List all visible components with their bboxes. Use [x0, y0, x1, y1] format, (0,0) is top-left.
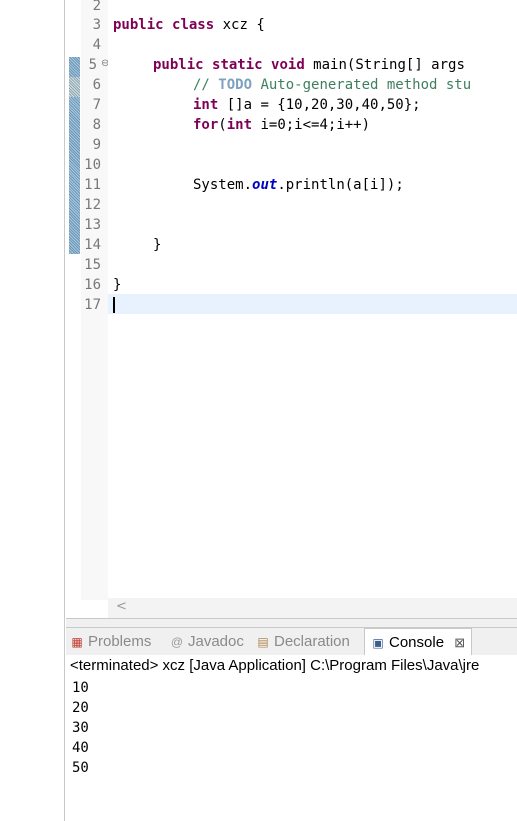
keyword: static [212, 57, 263, 73]
change-marker [69, 97, 80, 254]
code-text: main(String[] args [304, 57, 465, 73]
tab-label: Declaration [274, 633, 350, 650]
todo-tag: TODO [218, 77, 253, 93]
quick-diff-marker [69, 77, 80, 97]
line-number: 11 [84, 177, 101, 193]
closing-brace: } [113, 277, 122, 293]
code-line: // TODO Auto-generated method stu [108, 75, 517, 95]
tab-javadoc[interactable]: @ Javadoc [170, 631, 244, 653]
keyword: int [193, 97, 219, 113]
declaration-icon: ▤ [257, 635, 269, 649]
line-number: 4 [92, 37, 101, 53]
code-text: i=0;i<=4;i++) [252, 117, 371, 133]
tab-label: Console [389, 634, 445, 651]
keyword: public [113, 17, 164, 33]
output-line: 40 [72, 740, 89, 756]
static-field: out [252, 177, 278, 193]
closing-brace: } [153, 237, 162, 253]
code-text: System. [193, 177, 253, 193]
tab-declaration[interactable]: ▤ Declaration [256, 631, 350, 653]
console-icon: ▣ [372, 636, 384, 650]
sash[interactable] [66, 619, 517, 627]
line-number: 10 [84, 157, 101, 173]
code-line: } [108, 275, 517, 295]
code-line: int []a = {10,20,30,40,50}; [108, 95, 517, 115]
line-number: 9 [92, 137, 101, 153]
tab-label: Javadoc [188, 633, 244, 650]
line-number: 5 [88, 57, 97, 73]
line-number: 14 [84, 237, 101, 253]
problems-icon: ▦ [71, 635, 83, 649]
code-line: public class xcz { [108, 15, 517, 35]
line-number: 16 [84, 277, 101, 293]
close-icon[interactable]: ⊠ [454, 635, 465, 650]
output-line: 20 [72, 700, 89, 716]
terminated-status: <terminated> xcz [Java Application] C:\P… [70, 657, 480, 674]
line-number: 3 [92, 17, 101, 33]
code-line: for(int i=0;i<=4;i++) [108, 115, 517, 135]
tab-console[interactable]: ▣ Console ⊠ [364, 628, 473, 657]
code-text: xcz { [214, 17, 265, 33]
line-number: 8 [92, 117, 101, 133]
keyword: void [271, 57, 305, 73]
code-line: } [108, 235, 517, 255]
code-line: public static void main(String[] args [108, 55, 517, 75]
line-number: 15 [84, 257, 101, 273]
code-text: .println(a[i]); [277, 177, 404, 193]
line-number: 13 [84, 217, 101, 233]
keyword: class [172, 17, 215, 33]
comment: // [193, 77, 219, 93]
keyword: public [153, 57, 204, 73]
console-output[interactable]: <terminated> xcz [Java Application] C:\P… [66, 655, 517, 821]
output-line: 50 [72, 760, 89, 776]
code-line: System.out.println(a[i]); [108, 175, 517, 195]
output-line: 30 [72, 720, 89, 736]
keyword: int [226, 117, 253, 133]
javadoc-icon: @ [170, 635, 184, 649]
line-number: 7 [92, 97, 101, 113]
code-text-area[interactable]: public class xcz { public static void ma… [108, 0, 517, 600]
code-text: ( [218, 117, 227, 133]
line-number: 12 [84, 197, 101, 213]
window-border [64, 0, 65, 821]
current-line-highlight [108, 294, 517, 314]
code-text: []a = {10,20,30,40,50}; [218, 97, 421, 113]
tab-label: Problems [88, 633, 152, 650]
line-number: 6 [92, 77, 101, 93]
keyword: for [193, 117, 219, 133]
left-margin [0, 0, 64, 821]
tab-problems[interactable]: ▦ Problems [70, 631, 151, 653]
horizontal-scrollbar[interactable]: < [108, 598, 517, 618]
line-number: 17 [84, 297, 101, 313]
view-tab-bar: ▦ Problems @ Javadoc ▤ Declaration ▣ Console… [66, 627, 517, 657]
scroll-left-icon[interactable]: < [116, 599, 127, 614]
comment: Auto-generated method stu [252, 77, 472, 93]
line-number: 2 [92, 0, 101, 14]
output-line: 10 [72, 680, 89, 696]
